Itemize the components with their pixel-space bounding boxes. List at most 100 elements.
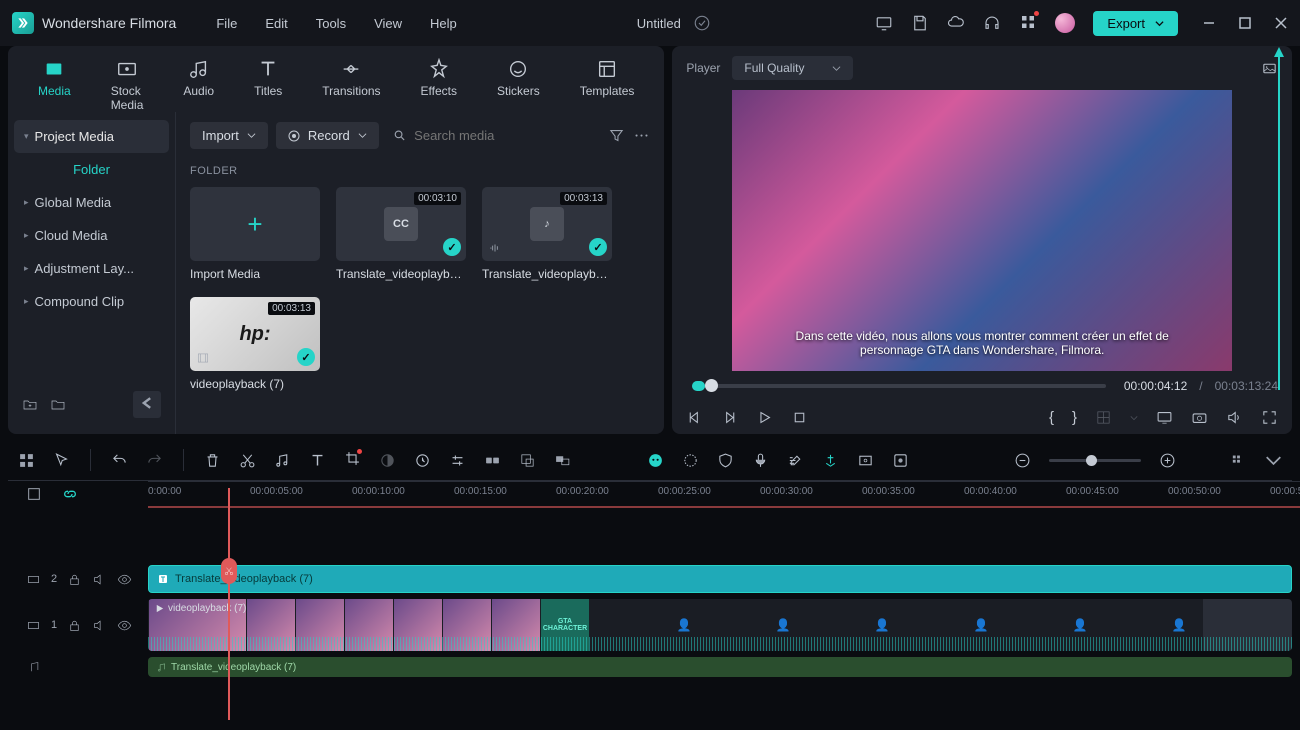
sidebar-item-compound-clip[interactable]: ▸Compound Clip: [14, 285, 169, 318]
cloud-icon[interactable]: [947, 14, 965, 32]
sidebar-item-folder[interactable]: Folder: [14, 153, 169, 186]
sparkle-icon[interactable]: [682, 452, 699, 469]
track-type-icon[interactable]: [26, 618, 41, 633]
preview-viewport[interactable]: Dans cette vidéo, nous allons vous montr…: [732, 90, 1232, 371]
view-mode-icon[interactable]: [1230, 452, 1247, 469]
tab-stickers[interactable]: Stickers: [497, 58, 540, 112]
mic-icon[interactable]: [752, 452, 769, 469]
menu-tools[interactable]: Tools: [316, 16, 346, 31]
volume-icon[interactable]: [1226, 409, 1243, 426]
menu-file[interactable]: File: [216, 16, 237, 31]
timeline-ruler[interactable]: 0:00:0000:00:05:0000:00:10:0000:00:15:00…: [148, 481, 1300, 507]
cut-icon[interactable]: [239, 452, 256, 469]
media-item-music[interactable]: 00:03:13♪ Translate_videoplayba...: [482, 187, 612, 281]
media-item-video[interactable]: 00:03:13hp: videoplayback (7): [190, 297, 320, 391]
display-icon[interactable]: [1156, 409, 1173, 426]
sidebar-item-global-media[interactable]: ▸Global Media: [14, 186, 169, 219]
tab-templates[interactable]: Templates: [580, 58, 635, 112]
mark-out-icon[interactable]: }: [1072, 409, 1077, 426]
next-frame-icon[interactable]: [721, 409, 738, 426]
fullscreen-icon[interactable]: [1261, 409, 1278, 426]
mask-icon[interactable]: [519, 452, 536, 469]
snapshot-gallery-icon[interactable]: [1261, 60, 1278, 77]
search-media[interactable]: [387, 122, 601, 149]
prev-frame-icon[interactable]: [686, 409, 703, 426]
text-icon[interactable]: [309, 452, 326, 469]
zoom-slider[interactable]: [1049, 459, 1141, 462]
scrub-track[interactable]: [692, 384, 1105, 388]
sidebar-item-cloud-media[interactable]: ▸Cloud Media: [14, 219, 169, 252]
menu-help[interactable]: Help: [430, 16, 457, 31]
menu-edit[interactable]: Edit: [265, 16, 287, 31]
mark-in-icon[interactable]: {: [1049, 409, 1054, 426]
lock-icon[interactable]: [67, 618, 82, 633]
playhead[interactable]: [228, 488, 230, 720]
minimize-icon[interactable]: [1202, 16, 1216, 30]
sidebar-item-project-media[interactable]: ▾Project Media: [14, 120, 169, 153]
import-dropdown[interactable]: Import: [190, 122, 268, 149]
subtitle-clip[interactable]: Translate_videoplayback (7): [148, 565, 1292, 593]
sidebar-item-adjustment-layer[interactable]: ▸Adjustment Lay...: [14, 252, 169, 285]
menu-view[interactable]: View: [374, 16, 402, 31]
mute-icon[interactable]: [92, 572, 107, 587]
tab-audio[interactable]: Audio: [183, 58, 214, 112]
maximize-icon[interactable]: [1238, 16, 1252, 30]
more-icon[interactable]: [633, 127, 650, 144]
avatar[interactable]: [1055, 13, 1075, 33]
mute-icon[interactable]: [92, 618, 107, 633]
undo-icon[interactable]: [111, 452, 128, 469]
tab-effects[interactable]: Effects: [421, 58, 457, 112]
tab-media[interactable]: Media: [38, 58, 71, 112]
tab-stock-media[interactable]: Stock Media: [111, 58, 144, 112]
audio-beat-icon[interactable]: [274, 452, 291, 469]
quality-dropdown[interactable]: Full Quality: [732, 56, 853, 80]
chevron-down-icon[interactable]: [1130, 414, 1138, 422]
headphones-icon[interactable]: [983, 14, 1001, 32]
close-icon[interactable]: [1274, 16, 1288, 30]
monitor-icon[interactable]: [875, 14, 893, 32]
import-media-tile[interactable]: + Import Media: [190, 187, 320, 281]
play-icon[interactable]: [756, 409, 773, 426]
subtitle-tool-icon[interactable]: [787, 452, 804, 469]
record-tool-icon[interactable]: [892, 452, 909, 469]
stop-icon[interactable]: [791, 409, 808, 426]
export-button[interactable]: Export: [1093, 11, 1178, 36]
timeline-settings-icon[interactable]: [26, 486, 42, 502]
delete-icon[interactable]: [204, 452, 221, 469]
redo-icon[interactable]: [146, 452, 163, 469]
ai-icon[interactable]: [647, 452, 664, 469]
chevron-down-icon[interactable]: [1265, 452, 1282, 469]
audio-track-icon[interactable]: [26, 660, 41, 675]
group-icon[interactable]: [554, 452, 571, 469]
zoom-in-icon[interactable]: [1159, 452, 1176, 469]
tab-titles[interactable]: Titles: [254, 58, 282, 112]
grid-icon[interactable]: [18, 452, 35, 469]
save-icon[interactable]: [911, 14, 929, 32]
video-clip[interactable]: videoplayback (7) GTA CHARACTER 👤👤👤👤👤👤: [148, 599, 1292, 651]
cursor-icon[interactable]: [53, 452, 70, 469]
track-type-icon[interactable]: [26, 572, 41, 587]
link-icon[interactable]: [484, 452, 501, 469]
visibility-icon[interactable]: [117, 618, 132, 633]
tab-transitions[interactable]: Transitions: [322, 58, 380, 112]
filter-icon[interactable]: [608, 127, 625, 144]
visibility-icon[interactable]: [117, 572, 132, 587]
folder-icon[interactable]: [50, 397, 66, 413]
zoom-out-icon[interactable]: [1014, 452, 1031, 469]
layout-icon[interactable]: [1095, 409, 1112, 426]
camera-icon[interactable]: [1191, 409, 1208, 426]
search-input[interactable]: [414, 128, 594, 143]
marker-tool-icon[interactable]: [822, 452, 839, 469]
color-icon[interactable]: [379, 452, 396, 469]
shield-icon[interactable]: [717, 452, 734, 469]
new-folder-icon[interactable]: [22, 397, 38, 413]
collapse-sidebar-icon[interactable]: [133, 391, 161, 418]
playhead-handle[interactable]: [221, 558, 237, 584]
media-item-cc[interactable]: 00:03:10CC Translate_videoplayba...: [336, 187, 466, 281]
speed-icon[interactable]: [414, 452, 431, 469]
lock-icon[interactable]: [67, 572, 82, 587]
record-dropdown[interactable]: Record: [276, 122, 379, 149]
link-toggle-icon[interactable]: [62, 486, 78, 502]
frame-icon[interactable]: [857, 452, 874, 469]
audio-clip[interactable]: Translate_videoplayback (7): [148, 657, 1292, 677]
